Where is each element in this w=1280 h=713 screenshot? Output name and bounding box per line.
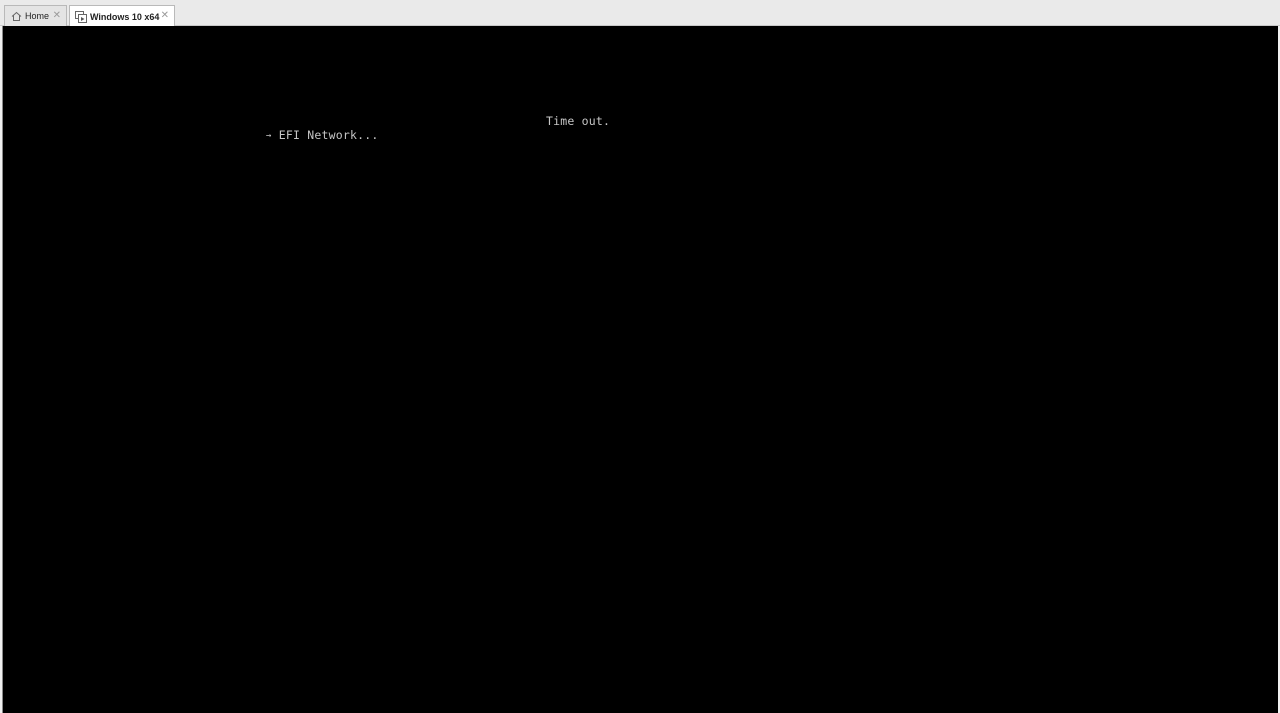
tab-vm-label: Windows 10 x64 xyxy=(90,11,160,22)
vm-icon xyxy=(75,10,87,23)
tab-strip: Home ✕ Windows 10 x64 ✕ xyxy=(0,0,1280,27)
boot-entry-efi-network[interactable]: → EFI Network... xyxy=(266,128,378,143)
close-icon[interactable]: ✕ xyxy=(161,10,169,22)
home-icon xyxy=(10,10,22,22)
tab-windows-10-x64[interactable]: Windows 10 x64 ✕ xyxy=(69,5,175,27)
arrow-right-icon: → xyxy=(266,131,272,141)
tab-home[interactable]: Home ✕ xyxy=(4,5,67,26)
timeout-message: Time out. xyxy=(546,114,611,128)
tab-home-label: Home xyxy=(25,11,50,21)
boot-entry-label: EFI Network... xyxy=(278,128,379,142)
vm-console[interactable]: Time out. → EFI Network... xyxy=(2,26,1278,713)
close-icon[interactable]: ✕ xyxy=(53,10,61,22)
